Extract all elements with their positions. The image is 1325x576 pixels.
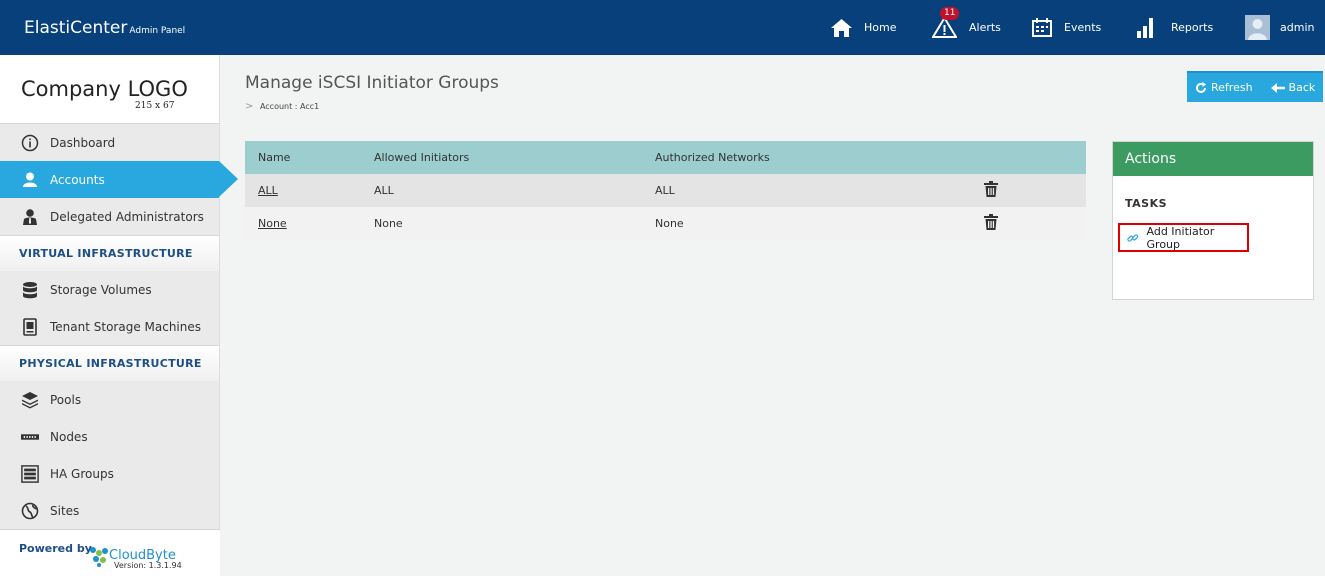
admin-icon [21, 208, 39, 226]
authorized-networks-cell: ALL [655, 184, 675, 197]
user-avatar-icon [1248, 19, 1267, 40]
alerts-badge: 11 [940, 7, 960, 20]
nav-user-label: admin [1280, 21, 1315, 34]
logo-text: Company LOGO [21, 77, 188, 101]
table-header: Name Allowed Initiators Authorized Netwo… [245, 141, 1086, 174]
authorized-networks-cell: None [655, 217, 684, 230]
brand-subtitle: Admin Panel [129, 26, 186, 36]
actions-title: Actions [1113, 142, 1313, 176]
globe-icon [21, 502, 39, 520]
sidebar-item-label: Storage Volumes [50, 282, 152, 297]
nav-user[interactable]: admin [1245, 0, 1314, 55]
table-row: ALL ALL ALL [245, 174, 1086, 207]
company-logo: Company LOGO 215 x 67 [0, 55, 219, 124]
rack-icon [21, 464, 39, 483]
avatar [1245, 15, 1270, 40]
powered-by: Powered by CloudByte Version: 1.3.1.94 [0, 529, 220, 576]
column-header-name[interactable]: Name [245, 151, 361, 164]
brand: ElastiCenter Admin Panel [24, 18, 185, 38]
layers-icon [21, 391, 39, 409]
section-physical-infrastructure: PHYSICAL INFRASTRUCTURE [0, 345, 219, 381]
sidebar-item-label: Tenant Storage Machines [50, 319, 202, 334]
sidebar-item-sites[interactable]: Sites [0, 492, 219, 529]
sidebar-item-storage-volumes[interactable]: Storage Volumes [0, 271, 219, 308]
nav-reports[interactable]: Reports [1137, 0, 1213, 55]
arrow-left-icon [1270, 82, 1285, 93]
allowed-initiators-cell: None [374, 217, 403, 230]
sidebar-item-pools[interactable]: Pools [0, 381, 219, 418]
page-title: Manage iSCSI Initiator Groups [245, 73, 499, 93]
back-button[interactable]: Back [1270, 81, 1316, 94]
breadcrumb-item[interactable]: Account : Acc1 [260, 102, 319, 111]
back-label: Back [1288, 81, 1316, 94]
sidebar-item-label: Accounts [50, 172, 105, 187]
add-initiator-group-link[interactable]: Add Initiator Group [1118, 223, 1249, 252]
chevron-right-icon: > [245, 101, 254, 112]
actions-panel: Actions TASKS Add Initiator Group [1112, 141, 1314, 300]
sidebar: Company LOGO 215 x 67 Dashboard Accounts… [0, 55, 238, 576]
refresh-label: Refresh [1211, 81, 1253, 94]
nav-home[interactable]: Home [831, 0, 896, 55]
group-name-link[interactable]: ALL [258, 184, 278, 197]
sidebar-item-label: Nodes [50, 429, 88, 444]
logo-size: 215 x 67 [135, 101, 175, 111]
nav-alerts-label: Alerts [969, 21, 1001, 34]
tasks-label: TASKS [1125, 197, 1168, 210]
sidebar-item-ha-groups[interactable]: HA Groups [0, 455, 219, 492]
database-icon [21, 281, 39, 299]
sidebar-item-label: Sites [50, 503, 80, 518]
calendar-icon [1032, 18, 1052, 37]
sidebar-item-accounts[interactable]: Accounts [0, 161, 238, 198]
column-header-allowed-initiators[interactable]: Allowed Initiators [361, 151, 642, 164]
sidebar-item-nodes[interactable]: Nodes [0, 418, 219, 455]
machine-icon [21, 317, 39, 336]
nav-reports-label: Reports [1171, 21, 1214, 34]
version-text: Version: 1.3.1.94 [114, 561, 182, 570]
group-name-link[interactable]: None [258, 217, 287, 230]
sidebar-item-tenant-storage-machines[interactable]: Tenant Storage Machines [0, 308, 219, 345]
sidebar-item-label: Delegated Administrators [50, 209, 204, 224]
link-icon [1127, 233, 1139, 242]
toolbar: Refresh Back [1187, 71, 1323, 102]
sidebar-item-delegated-administrators[interactable]: Delegated Administrators [0, 198, 219, 235]
node-icon [21, 428, 39, 446]
powered-by-label: Powered by [19, 542, 92, 555]
refresh-button[interactable]: Refresh [1195, 81, 1253, 94]
nav-alerts[interactable]: 11 Alerts [932, 0, 1001, 55]
table-row: None None None [245, 207, 1086, 240]
sidebar-item-label: HA Groups [50, 466, 114, 481]
nav-events[interactable]: Events [1032, 0, 1101, 55]
top-bar: ElastiCenter Admin Panel Home 11 Alerts E… [0, 0, 1325, 55]
nav-events-label: Events [1064, 21, 1102, 34]
allowed-initiators-cell: ALL [374, 184, 394, 197]
sidebar-item-dashboard[interactable]: Dashboard [0, 124, 219, 161]
bar-chart-icon [1137, 17, 1153, 38]
breadcrumb: > Account : Acc1 [245, 101, 319, 112]
sidebar-item-label: Dashboard [50, 135, 116, 150]
delete-icon[interactable] [984, 214, 998, 230]
section-virtual-infrastructure: VIRTUAL INFRASTRUCTURE [0, 235, 219, 271]
initiator-groups-table: Name Allowed Initiators Authorized Netwo… [245, 141, 1086, 240]
nav-home-label: Home [864, 21, 897, 34]
sidebar-item-label: Pools [50, 392, 82, 407]
warning-icon [932, 17, 957, 38]
column-header-authorized-networks[interactable]: Authorized Networks [642, 151, 962, 164]
home-icon [831, 18, 852, 37]
add-initiator-group-label: Add Initiator Group [1146, 224, 1215, 251]
delete-icon[interactable] [984, 181, 998, 197]
refresh-icon [1196, 81, 1206, 93]
brand-name: ElastiCenter [24, 18, 128, 38]
info-icon [21, 134, 39, 152]
user-icon [21, 171, 39, 189]
